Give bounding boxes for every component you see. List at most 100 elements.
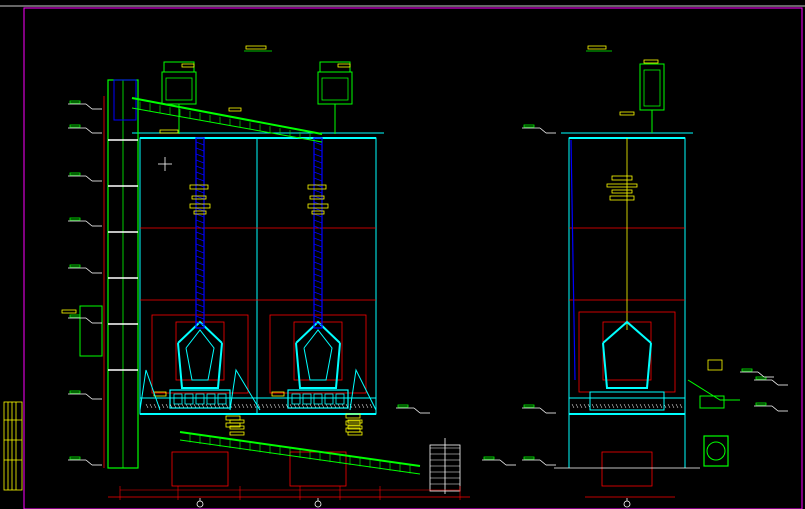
- tag-discharge-d: [229, 431, 245, 436]
- level-arrow: [413, 407, 421, 414]
- level-arrow: [757, 371, 765, 378]
- cone-body-1: [295, 342, 341, 389]
- feed-pipe-hatch: [195, 285, 205, 290]
- feed-pipe-hatch: [195, 141, 205, 146]
- feed-pipe-hatch: [313, 207, 323, 212]
- ring-dots: [273, 403, 277, 409]
- cone-inner-1: [303, 329, 333, 381]
- ring-dots: [233, 403, 237, 409]
- ring-dots: [353, 403, 357, 409]
- feed-pipe-hatch: [195, 279, 205, 284]
- feed-pipe-hatch: [313, 147, 323, 152]
- feed-pipe-hatch: [195, 297, 205, 302]
- side-ring-dots: [659, 403, 663, 409]
- side-ring-dots: [619, 403, 623, 409]
- tag-shaft-a: [307, 184, 327, 190]
- feed-pipe-hatch: [313, 297, 323, 302]
- ring-dots: [305, 403, 309, 409]
- tag-shaft-a: [189, 184, 209, 190]
- level-arrow: [85, 103, 93, 110]
- tag-shaft-c: [189, 203, 211, 209]
- feed-pipe-hatch: [313, 213, 323, 218]
- axis-front-1: [314, 500, 322, 508]
- side-dust-collector-bag: [643, 69, 661, 107]
- level-arrow: [539, 459, 547, 466]
- feed-conveyor-lower: [131, 107, 323, 143]
- ring-dots: [177, 403, 181, 409]
- cone-inner-0: [185, 329, 215, 381]
- feed-pipe-hatch: [195, 273, 205, 278]
- ring-dots: [153, 403, 157, 409]
- discharge-gate: [195, 393, 205, 405]
- tag-side-b: [606, 183, 638, 188]
- side-discharge-box: [589, 391, 665, 411]
- level-arrow: [85, 175, 93, 182]
- hopper-frame-0: [151, 314, 249, 394]
- fill-slope-2: [349, 368, 377, 411]
- tag-discharge-c: [229, 425, 245, 430]
- side-ring-dots: [595, 403, 599, 409]
- ring-dots: [201, 403, 205, 409]
- ring-dots: [225, 403, 229, 409]
- cad-drawing-canvas: [0, 0, 805, 509]
- cone-body-0: [177, 342, 223, 389]
- ring-dots: [193, 403, 197, 409]
- ring-dots: [365, 403, 369, 409]
- side-ring-dots: [603, 403, 607, 409]
- ring-dots: [337, 403, 341, 409]
- level-arrow: [85, 393, 93, 400]
- side-ring-dots: [639, 403, 643, 409]
- side-base-frame: [601, 451, 653, 487]
- feed-pipe-hatch: [313, 159, 323, 164]
- ring-dots: [185, 403, 189, 409]
- level-arrow: [85, 459, 93, 466]
- tag-discharge-d: [347, 431, 363, 436]
- tag-side-d: [609, 195, 635, 201]
- ring-dots: [361, 403, 365, 409]
- feed-pipe-hatch: [195, 243, 205, 248]
- base-frame-0: [171, 451, 229, 487]
- ring-dots: [145, 403, 149, 409]
- ring-dots: [217, 403, 221, 409]
- elevator-head: [113, 79, 137, 121]
- feed-pipe-hatch: [195, 165, 205, 170]
- ring-dots: [245, 403, 249, 409]
- level-label-box: [69, 456, 81, 460]
- tag-side-collector: [643, 59, 659, 64]
- ring-dots: [321, 403, 325, 409]
- feed-pipe-hatch: [195, 183, 205, 188]
- side-ring-beam: [568, 397, 686, 415]
- side-dust-collector: [639, 63, 665, 111]
- side-ring-dots: [679, 403, 683, 409]
- ring-dots: [301, 403, 305, 409]
- ring-dots: [309, 403, 313, 409]
- level-label-box: [69, 172, 81, 176]
- ring-dots: [289, 403, 293, 409]
- side-cone-body: [602, 342, 652, 389]
- tag-bottom-a: [225, 415, 241, 421]
- discharge-gate: [173, 393, 183, 405]
- feed-pipe-hatch: [195, 171, 205, 176]
- tag-shaft-c: [307, 203, 329, 209]
- ring-dots: [165, 403, 169, 409]
- level-arrow: [499, 459, 507, 466]
- level-label-box: [523, 456, 535, 460]
- feed-pipe-hatch: [313, 267, 323, 272]
- feed-pipe-hatch: [313, 183, 323, 188]
- ring-dots: [261, 403, 265, 409]
- ring-dots: [325, 403, 329, 409]
- side-ring-dots: [579, 403, 583, 409]
- feed-pipe-hatch: [313, 141, 323, 146]
- discharge-gate: [206, 393, 216, 405]
- side-ring-dots: [647, 403, 651, 409]
- dynamic-layer: [61, 45, 788, 508]
- level-label-box: [69, 314, 81, 318]
- feed-pipe-hatch: [313, 291, 323, 296]
- side-elevator-pipe: [570, 139, 576, 381]
- side-ring-dots: [635, 403, 639, 409]
- tag-side-c: [611, 189, 633, 194]
- feed-pipe-hatch: [195, 153, 205, 158]
- ring-dots: [205, 403, 209, 409]
- ring-dots: [277, 403, 281, 409]
- discharge-gate: [302, 393, 312, 405]
